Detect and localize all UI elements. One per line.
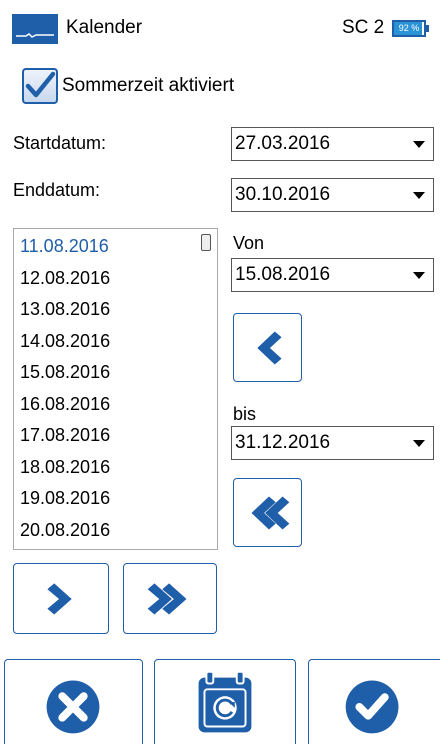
list-item[interactable]: 15.08.2016 — [20, 359, 110, 385]
double-chevron-left-icon — [251, 496, 290, 530]
confirm-icon — [345, 680, 399, 734]
from-date-value: 15.08.2016 — [235, 264, 331, 285]
chevron-down-icon — [413, 192, 425, 199]
step-back-button[interactable] — [233, 313, 302, 382]
start-date-select[interactable]: 27.03.2016 — [231, 127, 434, 161]
start-date-value: 27.03.2016 — [235, 133, 331, 154]
cancel-button[interactable] — [4, 659, 143, 744]
end-date-label: Enddatum: — [13, 180, 101, 200]
chevron-down-icon — [413, 141, 425, 148]
chevron-down-icon — [413, 440, 425, 447]
list-item[interactable]: 17.08.2016 — [20, 422, 110, 448]
end-date-value: 30.10.2016 — [235, 184, 331, 205]
chevron-left-icon — [257, 331, 282, 365]
confirm-button[interactable] — [308, 659, 440, 744]
jump-forward-button[interactable] — [123, 563, 217, 634]
from-date-select[interactable]: 15.08.2016 — [231, 258, 434, 292]
title-bar: Kalender SC 2 92 % — [0, 0, 440, 54]
to-date-value: 31.12.2016 — [235, 432, 331, 453]
checkmark-icon — [25, 71, 56, 98]
start-date-label: Startdatum: — [13, 133, 107, 153]
battery-indicator: 92 % — [392, 20, 426, 37]
from-label: Von — [233, 233, 265, 253]
to-label: bis — [233, 404, 257, 424]
chevron-right-icon — [47, 583, 72, 615]
calendar-reset-icon — [198, 670, 252, 733]
list-item[interactable]: 16.08.2016 — [20, 391, 110, 417]
jump-back-button[interactable] — [233, 478, 302, 547]
list-item[interactable]: 11.08.2016 — [20, 233, 109, 259]
app-logo — [12, 14, 58, 44]
list-item[interactable]: 20.08.2016 — [20, 517, 110, 543]
battery-tip — [426, 25, 429, 32]
end-date-select[interactable]: 30.10.2016 — [231, 178, 434, 212]
calendar-reset-button[interactable] — [154, 659, 296, 744]
list-item[interactable]: 19.08.2016 — [20, 485, 110, 511]
scrollbar-thumb[interactable] — [201, 234, 211, 251]
cancel-icon — [46, 680, 100, 734]
page-title: Kalender — [66, 17, 143, 38]
dst-checkbox[interactable] — [22, 68, 58, 104]
list-item[interactable]: 12.08.2016 — [20, 265, 110, 291]
double-chevron-right-icon — [147, 583, 187, 615]
device-label: SC 2 — [342, 17, 385, 38]
date-list[interactable]: 11.08.2016 12.08.2016 13.08.2016 14.08.2016… — [13, 228, 218, 550]
battery-text: 92 % — [398, 23, 420, 33]
to-date-select[interactable]: 31.12.2016 — [231, 426, 434, 460]
list-item[interactable]: 13.08.2016 — [20, 296, 110, 322]
step-forward-button[interactable] — [13, 563, 109, 634]
list-item[interactable]: 14.08.2016 — [20, 328, 110, 354]
dst-label[interactable]: Sommerzeit aktiviert — [62, 72, 234, 100]
chevron-down-icon — [413, 272, 425, 279]
list-item[interactable]: 18.08.2016 — [20, 454, 110, 480]
